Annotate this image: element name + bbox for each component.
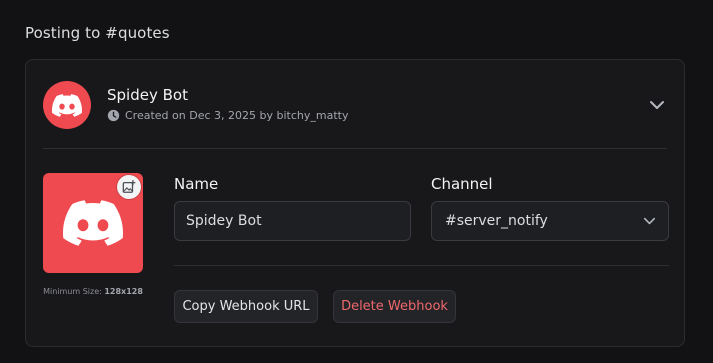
divider — [43, 148, 667, 149]
discord-logo-icon — [63, 200, 123, 246]
clock-icon — [107, 109, 120, 122]
webhook-header[interactable]: Spidey Bot Created on Dec 3, 2025 by bit… — [26, 60, 684, 149]
upload-image-button[interactable] — [117, 175, 141, 199]
min-size-value: 128x128 — [104, 287, 143, 296]
delete-webhook-button[interactable]: Delete Webhook — [333, 290, 456, 323]
created-info: Created on Dec 3, 2025 by bitchy_matty — [107, 109, 348, 122]
chevron-down-icon — [643, 217, 656, 225]
section-title: Posting to #quotes — [25, 24, 170, 42]
channel-value: #server_notify — [445, 213, 548, 229]
webhook-avatar-small — [43, 81, 91, 129]
collapse-button[interactable] — [645, 93, 669, 117]
divider — [174, 265, 669, 266]
min-size-label: Minimum Size: — [43, 287, 102, 296]
discord-logo-icon — [52, 93, 82, 117]
image-add-icon — [122, 180, 136, 193]
webhook-name: Spidey Bot — [107, 86, 188, 104]
min-size-note: Minimum Size: 128x128 — [43, 287, 143, 296]
name-input[interactable] — [174, 201, 411, 241]
webhook-card: Spidey Bot Created on Dec 3, 2025 by bit… — [25, 59, 685, 347]
name-label: Name — [174, 175, 219, 193]
channel-select[interactable]: #server_notify — [431, 201, 669, 241]
channel-label: Channel — [431, 175, 493, 193]
webhook-avatar-upload[interactable] — [43, 173, 143, 273]
copy-webhook-url-button[interactable]: Copy Webhook URL — [174, 290, 318, 323]
chevron-down-icon — [650, 101, 664, 109]
created-text: Created on Dec 3, 2025 by bitchy_matty — [125, 109, 349, 122]
